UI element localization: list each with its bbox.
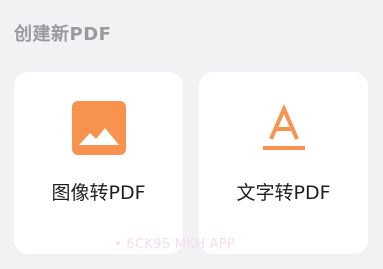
text-a-icon <box>262 103 305 150</box>
text-to-pdf-label: 文字转PDF <box>236 182 331 204</box>
section-title: 创建新PDF <box>14 24 112 45</box>
image-icon <box>71 101 126 155</box>
watermark: • 6CK9S MKH APP <box>114 237 236 252</box>
image-to-pdf-card[interactable]: 图像转PDF <box>14 72 183 254</box>
image-to-pdf-label: 图像转PDF <box>51 182 146 204</box>
text-to-pdf-card[interactable]: 文字转PDF <box>199 72 368 254</box>
